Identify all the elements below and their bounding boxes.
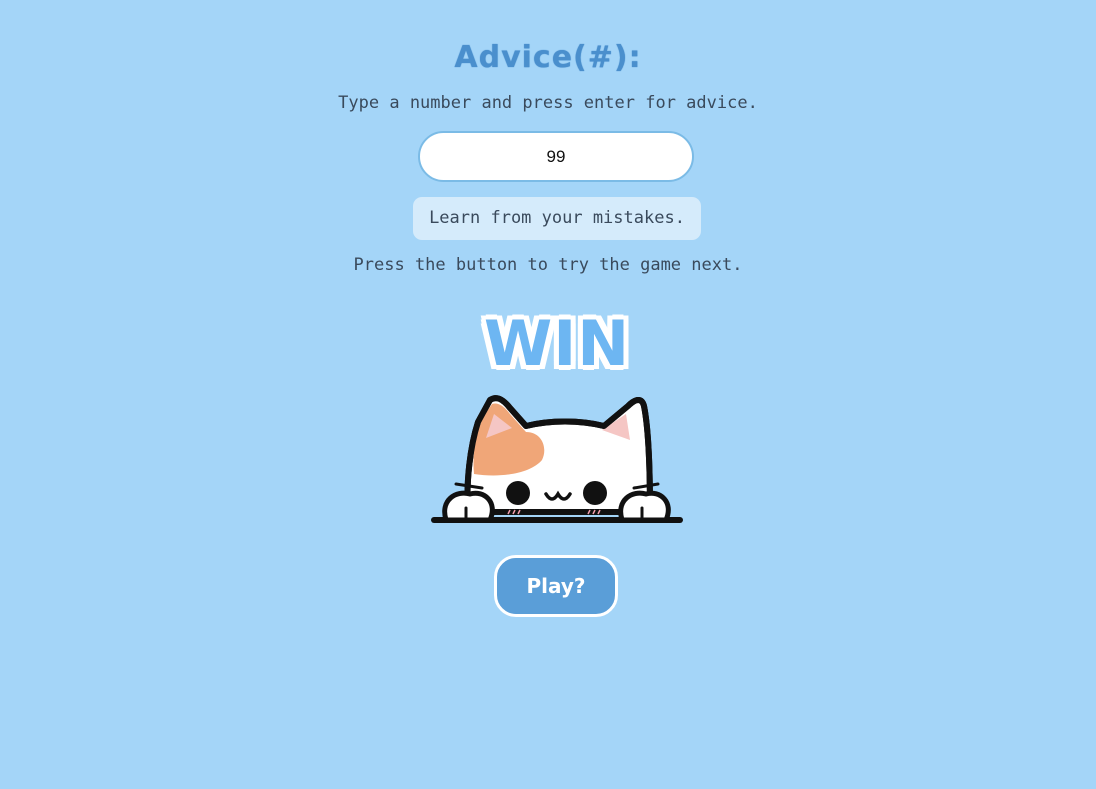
advice-page: Advice(#): Type a number and press enter… xyxy=(0,0,1096,789)
page-title: Advice(#): xyxy=(454,40,642,75)
advice-result: Learn from your mistakes. xyxy=(413,197,701,240)
instruction-text: Type a number and press enter for advice… xyxy=(338,93,758,113)
win-banner: WIN xyxy=(472,306,642,382)
number-input[interactable] xyxy=(418,131,694,182)
win-banner-text: WIN xyxy=(483,307,631,380)
peeking-cat-icon xyxy=(431,395,683,523)
next-prompt-text: Press the button to try the game next. xyxy=(353,255,743,275)
play-button[interactable]: Play? xyxy=(494,555,618,617)
